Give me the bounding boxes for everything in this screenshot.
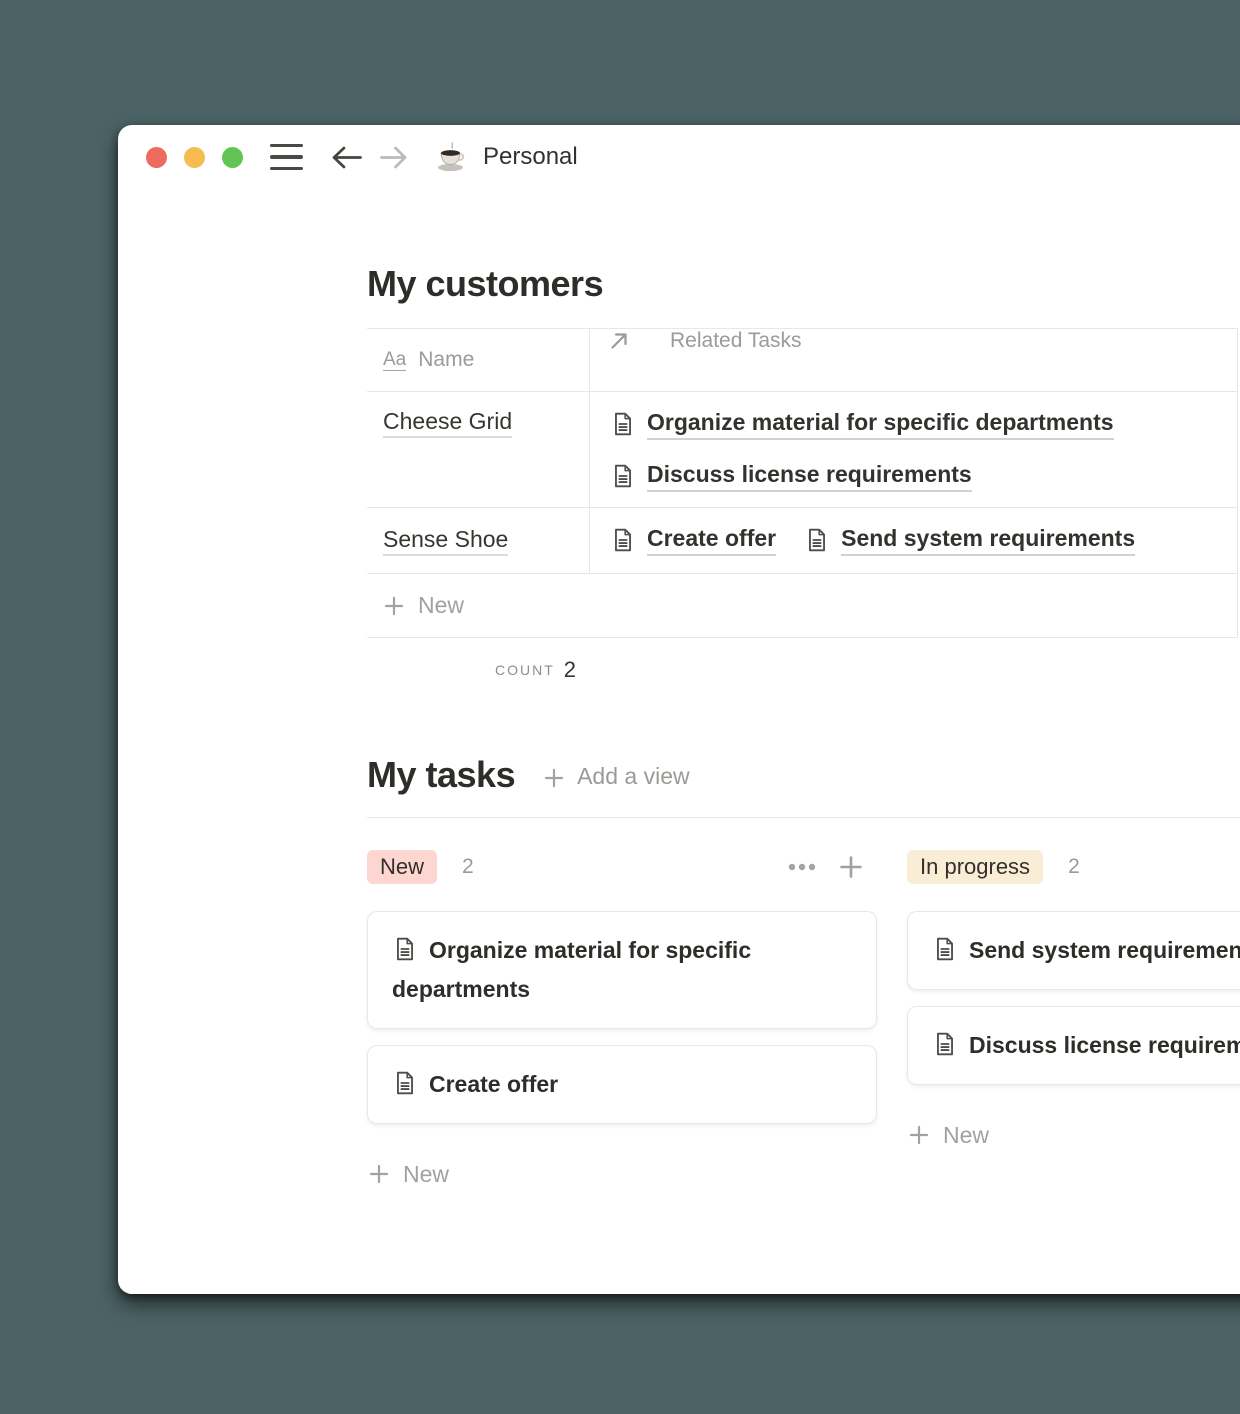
table-header-row: Aa Name Related Tasks: [367, 329, 1237, 392]
back-arrow-icon[interactable]: [330, 144, 363, 171]
customers-table: Aa Name Related Tasks Cheese Grid: [367, 328, 1238, 638]
board-divider: [367, 817, 1240, 818]
table-new-row-button[interactable]: New: [367, 574, 1237, 638]
plus-icon: [368, 1163, 390, 1185]
group-count: 2: [1068, 855, 1080, 879]
related-task-chip[interactable]: Organize material for specific departmen…: [610, 398, 1114, 450]
related-task-chip[interactable]: Create offer: [610, 514, 776, 566]
group-count: 2: [462, 855, 474, 879]
group-new-card-button[interactable]: New: [367, 1156, 877, 1192]
minimize-window-button[interactable]: [184, 147, 205, 168]
forward-arrow-icon[interactable]: [379, 144, 408, 171]
page-icon: [392, 936, 418, 962]
relation-arrow-icon: [608, 330, 630, 352]
related-task-chip[interactable]: Send system requirements: [804, 514, 1135, 566]
page-icon: [610, 527, 636, 553]
related-task-chip[interactable]: Discuss license requirements: [610, 450, 972, 502]
page-icon: [932, 936, 958, 962]
customer-name-cell[interactable]: Sense Shoe: [367, 508, 590, 573]
group-more-options-icon[interactable]: [788, 863, 816, 871]
board-group-in-progress: In progress 2 Send system requirements D…: [907, 850, 1240, 1192]
zoom-window-button[interactable]: [222, 147, 243, 168]
table-row-cheese-grid: Cheese Grid Organize material for specif…: [367, 392, 1237, 508]
app-window: Personal My customers Aa Name Related Ta…: [118, 125, 1240, 1294]
plus-icon: [383, 595, 405, 617]
titlebar: Personal: [118, 125, 1240, 189]
status-badge-new[interactable]: New: [367, 850, 437, 884]
close-window-button[interactable]: [146, 147, 167, 168]
group-header: In progress 2: [907, 850, 1240, 884]
page-icon: [932, 1031, 958, 1057]
related-tasks-cell[interactable]: Organize material for specific departmen…: [590, 392, 1237, 507]
column-header-related-tasks[interactable]: Related Tasks: [590, 329, 1237, 391]
count-label: COUNT: [495, 662, 555, 678]
task-card[interactable]: Send system requirements: [907, 911, 1240, 990]
page-icon: [804, 527, 830, 553]
customer-name-link[interactable]: Sense Shoe: [383, 526, 508, 556]
board-group-new: New 2 Organize material fo: [367, 850, 877, 1192]
sidebar-menu-icon[interactable]: [270, 144, 303, 170]
tasks-db-title[interactable]: My tasks: [367, 753, 515, 797]
column-related-tasks-label: Related Tasks: [670, 329, 802, 353]
status-badge-in-progress[interactable]: In progress: [907, 850, 1043, 884]
count-value: 2: [564, 657, 576, 683]
customer-name-cell[interactable]: Cheese Grid: [367, 392, 590, 507]
plus-icon: [543, 767, 565, 789]
title-property-icon: Aa: [383, 350, 406, 371]
task-card[interactable]: Create offer: [367, 1045, 877, 1124]
column-name-label: Name: [418, 348, 474, 372]
group-add-card-icon[interactable]: [838, 854, 864, 880]
column-header-name[interactable]: Aa Name: [367, 329, 590, 391]
group-new-card-button[interactable]: New: [907, 1117, 1240, 1153]
coffee-page-icon: [434, 141, 469, 173]
page-icon: [610, 411, 636, 437]
group-header: New 2: [367, 850, 877, 884]
table-row-sense-shoe: Sense Shoe Create offer Send system requ…: [367, 508, 1237, 574]
page-title-breadcrumb[interactable]: Personal: [483, 143, 578, 171]
tasks-board: New 2 Organize material fo: [367, 850, 1240, 1192]
customers-db-title[interactable]: My customers: [367, 262, 1240, 306]
page-icon: [610, 463, 636, 489]
task-card[interactable]: Discuss license requirements: [907, 1006, 1240, 1085]
add-view-button[interactable]: Add a view: [543, 763, 690, 790]
task-card[interactable]: Organize material for specific departmen…: [367, 911, 877, 1029]
table-count-footer[interactable]: COUNT 2: [367, 638, 590, 702]
customer-name-link[interactable]: Cheese Grid: [383, 408, 512, 438]
related-tasks-cell[interactable]: Create offer Send system requirements: [590, 508, 1237, 573]
page-icon: [392, 1070, 418, 1096]
plus-icon: [908, 1124, 930, 1146]
